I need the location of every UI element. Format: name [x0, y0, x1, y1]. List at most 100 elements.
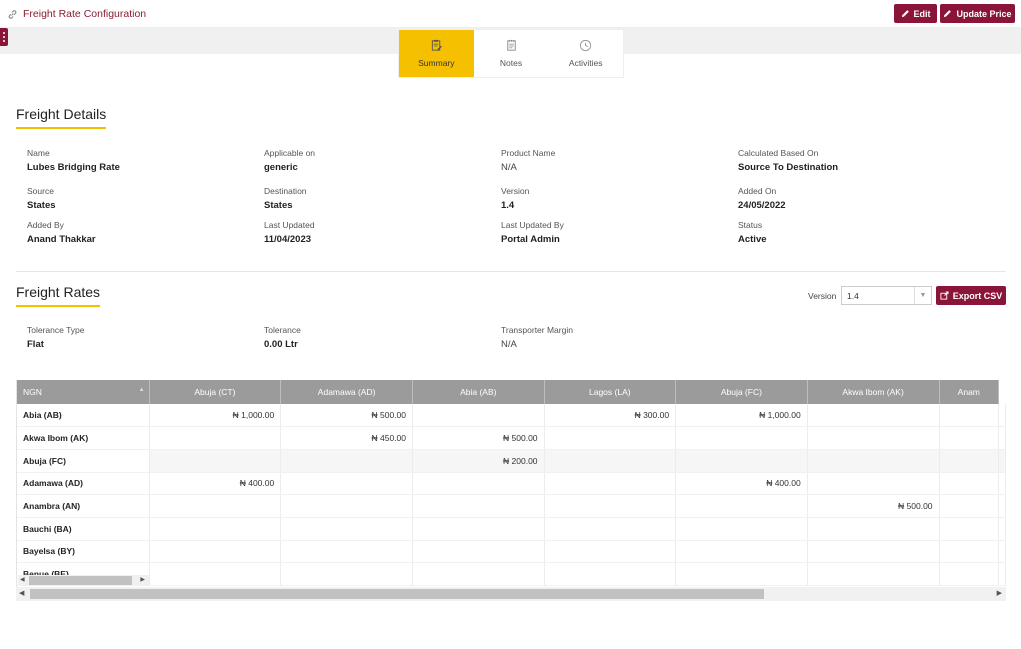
field-added-on: Added On 24/05/2022 [738, 186, 786, 211]
column-header-corner[interactable]: NGN ▲ [17, 380, 150, 404]
rate-cell[interactable] [675, 494, 808, 518]
rate-cell[interactable] [675, 540, 808, 564]
rate-cell[interactable] [412, 562, 545, 586]
row-header: Bayelsa (BY) [17, 540, 150, 564]
scrollbar-thumb[interactable] [29, 576, 132, 585]
rate-cell[interactable] [544, 449, 677, 473]
rate-cell[interactable]: ₦ 450.00 [280, 426, 414, 450]
rate-cell[interactable] [939, 449, 1000, 473]
scrollbar-thumb[interactable] [30, 589, 764, 599]
rate-cell[interactable] [807, 404, 940, 428]
rate-cell[interactable] [807, 472, 940, 496]
rate-cell[interactable] [149, 562, 282, 586]
chevron-down-icon[interactable]: ▼ [914, 287, 931, 304]
rate-cell[interactable] [675, 449, 808, 473]
rate-cell[interactable] [149, 449, 282, 473]
column-header[interactable]: Lagos (LA) [544, 380, 677, 404]
sort-icon[interactable]: ▲ [139, 387, 145, 393]
tab-activities[interactable]: Activities [548, 30, 623, 77]
rate-cell[interactable] [807, 426, 940, 450]
rate-cell[interactable] [280, 494, 414, 518]
field-value: Portal Admin [501, 234, 560, 245]
tab-notes[interactable]: Notes [474, 30, 549, 77]
rate-cell[interactable]: ₦ 300.00 [544, 404, 677, 428]
rate-cell[interactable] [544, 540, 677, 564]
column-header[interactable]: Abia (AB) [412, 380, 545, 404]
rate-cell[interactable] [807, 449, 940, 473]
rate-cell[interactable] [149, 540, 282, 564]
field-status: Status Active [738, 220, 767, 245]
rate-cell[interactable]: ₦ 400.00 [149, 472, 282, 496]
rate-cell[interactable] [280, 540, 414, 564]
rate-cell[interactable]: ₦ 1,000.00 [675, 404, 808, 428]
field-value: States [27, 200, 56, 211]
table-row: Benue (BE) [17, 562, 1006, 586]
rate-cell[interactable]: ₦ 1,000.00 [149, 404, 282, 428]
version-label: Version [808, 291, 837, 301]
rate-cell[interactable] [149, 494, 282, 518]
field-value: generic [264, 162, 298, 173]
scroll-right-icon[interactable]: ▶ [140, 575, 145, 586]
update-price-button[interactable]: Update Price [940, 4, 1015, 23]
export-csv-button[interactable]: Export CSV [936, 286, 1006, 305]
edit-button[interactable]: Edit [894, 4, 937, 23]
tab-summary[interactable]: Summary [399, 30, 474, 77]
rate-cell[interactable] [544, 517, 677, 541]
rate-cell[interactable] [807, 562, 940, 586]
row-header-scrollbar[interactable]: ◀ ▶ [18, 575, 149, 586]
rate-cell[interactable] [939, 517, 1000, 541]
rate-cell[interactable]: ₦ 200.00 [412, 449, 545, 473]
version-select[interactable]: 1.4 ▼ [841, 286, 932, 305]
rate-cell[interactable] [544, 562, 677, 586]
rate-cell[interactable]: ₦ 400.00 [675, 472, 808, 496]
column-header[interactable]: Adamawa (AD) [280, 380, 414, 404]
scroll-left-icon[interactable]: ◀ [19, 587, 24, 601]
rate-cell[interactable] [939, 540, 1000, 564]
rate-cell[interactable] [280, 517, 414, 541]
column-header[interactable]: Anam [939, 380, 1000, 404]
rate-cell[interactable]: ₦ 500.00 [280, 404, 414, 428]
field-source: Source States [27, 186, 56, 211]
rate-cell[interactable] [544, 426, 677, 450]
rate-cell[interactable] [544, 472, 677, 496]
rate-cell[interactable] [412, 494, 545, 518]
column-header[interactable]: Abuja (CT) [149, 380, 282, 404]
rate-cell[interactable] [939, 404, 1000, 428]
table-row: Bauchi (BA) [17, 517, 1006, 541]
column-header[interactable]: Abuja (FC) [675, 380, 808, 404]
rate-cell[interactable]: ₦ 500.00 [412, 426, 545, 450]
rate-cell[interactable] [939, 426, 1000, 450]
rate-cell[interactable] [280, 449, 414, 473]
field-label: Tolerance [264, 325, 301, 335]
table-row: Adamawa (AD) ₦ 400.00 ₦ 400.00 [17, 472, 1006, 496]
rate-cell[interactable] [280, 562, 414, 586]
rate-cell [998, 404, 1006, 428]
table-row: Abia (AB) ₦ 1,000.00 ₦ 500.00 ₦ 300.00 ₦ 1,0… [17, 404, 1006, 428]
side-menu-handle[interactable] [0, 28, 8, 46]
rate-cell[interactable] [544, 494, 677, 518]
column-header[interactable]: Akwa Ibom (AK) [807, 380, 940, 404]
grid-horizontal-scrollbar[interactable]: ◀ ▶ [16, 587, 1006, 601]
rate-cell[interactable] [675, 517, 808, 541]
rate-cell[interactable]: ₦ 500.00 [807, 494, 940, 518]
rate-cell[interactable] [412, 540, 545, 564]
rate-cell[interactable] [412, 404, 545, 428]
rate-cell[interactable] [149, 426, 282, 450]
rate-cell[interactable] [807, 517, 940, 541]
rate-cell[interactable] [675, 562, 808, 586]
rate-cell[interactable] [412, 472, 545, 496]
rate-cell[interactable] [939, 472, 1000, 496]
table-row: Anambra (AN) ₦ 500.00 [17, 494, 1006, 518]
rate-cell[interactable] [280, 472, 414, 496]
table-row: Bayelsa (BY) [17, 540, 1006, 564]
field-label: Added By [27, 220, 64, 230]
scroll-left-icon[interactable]: ◀ [20, 575, 25, 586]
rate-cell[interactable] [675, 426, 808, 450]
field-label: Tolerance Type [27, 325, 85, 335]
rate-cell[interactable] [412, 517, 545, 541]
rate-cell[interactable] [149, 517, 282, 541]
rate-cell[interactable] [939, 494, 1000, 518]
rate-cell[interactable] [807, 540, 940, 564]
rate-cell[interactable] [939, 562, 1000, 586]
scroll-right-icon[interactable]: ▶ [997, 587, 1002, 601]
